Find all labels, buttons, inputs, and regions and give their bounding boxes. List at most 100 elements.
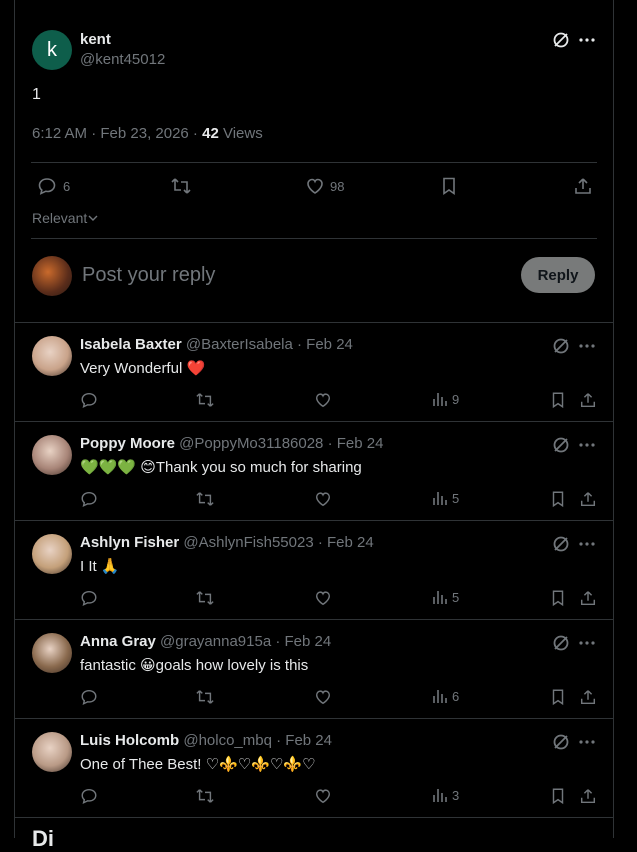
reply-author-name[interactable]: Luis Holcomb <box>80 732 179 749</box>
reply-action[interactable] <box>80 589 98 607</box>
reply-item[interactable]: Luis Holcomb @holco_mbq · Feb 24 One of … <box>15 719 613 818</box>
reply-action[interactable] <box>80 391 98 409</box>
grok-icon[interactable] <box>551 534 571 554</box>
views-action[interactable]: 9 <box>432 391 459 407</box>
author-avatar[interactable]: k <box>32 30 72 70</box>
reply-text: One of Thee Best! ♡⚜️♡⚜️♡⚜️♡ <box>80 756 316 773</box>
reply-text: fantastic 😀goals how lovely is this <box>80 657 309 674</box>
reply-meta[interactable]: @PoppyMo31186028 · Feb 24 <box>175 435 383 452</box>
reply-author-name[interactable]: Isabela Baxter <box>80 336 182 353</box>
views-action[interactable]: 5 <box>432 589 459 605</box>
reply-item[interactable]: Anna Gray @grayanna915a · Feb 24 fantast… <box>15 620 613 719</box>
reply-icon <box>80 787 98 805</box>
reply-text: I It 🙏 <box>80 558 120 575</box>
views-action[interactable]: 3 <box>432 787 459 803</box>
like-action[interactable] <box>314 490 332 508</box>
reply-item[interactable]: Isabela Baxter @BaxterIsabela · Feb 24 V… <box>15 323 613 422</box>
current-user-avatar[interactable] <box>32 256 72 296</box>
views-count: 6 <box>452 688 460 704</box>
heart-icon <box>314 688 332 706</box>
repost-action[interactable] <box>195 787 215 805</box>
reply-author-name[interactable]: Ashlyn Fisher <box>80 534 179 551</box>
repost-action[interactable] <box>170 176 192 196</box>
reply-button[interactable]: Reply <box>521 257 595 293</box>
share-action[interactable] <box>579 787 597 805</box>
reply-item[interactable]: Poppy Moore @PoppyMo31186028 · Feb 24 💚💚… <box>15 422 613 521</box>
like-action[interactable] <box>314 589 332 607</box>
reply-avatar[interactable] <box>32 534 72 574</box>
share-action[interactable] <box>579 490 597 508</box>
views-action[interactable]: 6 <box>432 688 459 704</box>
views-count: 5 <box>452 490 460 506</box>
reply-meta[interactable]: @grayanna915a · Feb 24 <box>156 633 331 650</box>
grok-icon[interactable] <box>551 336 571 356</box>
reply-action[interactable] <box>80 688 98 706</box>
repost-action[interactable] <box>195 490 215 508</box>
reply-action[interactable]: 6 <box>37 176 70 196</box>
bookmark-action[interactable] <box>439 176 459 196</box>
post-text: 1 <box>32 86 41 103</box>
post-timestamp[interactable]: 6:12 AM · Feb 23, 2026 · <box>32 125 202 142</box>
heart-icon <box>305 176 325 196</box>
more-options-icon[interactable] <box>577 435 597 455</box>
repost-icon <box>195 787 215 805</box>
reply-meta[interactable]: @holco_mbq · Feb 24 <box>179 732 332 749</box>
grok-icon[interactable] <box>551 633 571 653</box>
bookmark-action[interactable] <box>549 688 567 706</box>
bookmark-action[interactable] <box>549 490 567 508</box>
reply-icon <box>80 490 98 508</box>
reply-count: 6 <box>63 178 71 194</box>
reply-header: Anna Gray @grayanna915a · Feb 24 <box>80 633 331 650</box>
views-count: 42 <box>202 125 219 142</box>
share-icon <box>579 490 597 508</box>
analytics-icon <box>432 490 448 506</box>
like-action[interactable]: 98 <box>305 176 344 196</box>
reply-header: Isabela Baxter @BaxterIsabela · Feb 24 <box>80 336 353 353</box>
views-count: 5 <box>452 589 460 605</box>
reply-text: Very Wonderful ❤️ <box>80 360 206 377</box>
reply-action[interactable] <box>80 490 98 508</box>
author-handle[interactable]: @kent45012 <box>80 51 165 68</box>
more-options-icon[interactable] <box>577 534 597 554</box>
reply-avatar[interactable] <box>32 336 72 376</box>
bookmark-action[interactable] <box>549 391 567 409</box>
grok-icon[interactable] <box>551 30 571 50</box>
timeline-column: k kent @kent45012 1 6:12 AM · Feb 23, 20… <box>14 0 614 851</box>
share-action[interactable] <box>579 688 597 706</box>
bookmark-action[interactable] <box>549 787 567 805</box>
repost-icon <box>195 688 215 706</box>
author-name[interactable]: kent <box>80 31 111 48</box>
repost-action[interactable] <box>195 589 215 607</box>
more-options-icon[interactable] <box>577 30 597 50</box>
reply-author-name[interactable]: Poppy Moore <box>80 435 175 452</box>
reply-avatar[interactable] <box>32 435 72 475</box>
repost-action[interactable] <box>195 688 215 706</box>
more-options-icon[interactable] <box>577 633 597 653</box>
reply-meta[interactable]: @AshlynFish55023 · Feb 24 <box>179 534 373 551</box>
sort-dropdown[interactable]: Relevant <box>32 210 99 226</box>
reply-item[interactable]: Ashlyn Fisher @AshlynFish55023 · Feb 24 … <box>15 521 613 620</box>
share-action[interactable] <box>579 589 597 607</box>
like-action[interactable] <box>314 391 332 409</box>
repost-action[interactable] <box>195 391 215 409</box>
grok-icon[interactable] <box>551 435 571 455</box>
reply-avatar[interactable] <box>32 633 72 673</box>
more-options-icon[interactable] <box>577 732 597 752</box>
grok-icon[interactable] <box>551 732 571 752</box>
reply-avatar[interactable] <box>32 732 72 772</box>
analytics-icon <box>432 787 448 803</box>
reply-action[interactable] <box>80 787 98 805</box>
divider <box>15 817 613 818</box>
more-options-icon[interactable] <box>577 336 597 356</box>
repost-icon <box>195 589 215 607</box>
reply-meta[interactable]: @BaxterIsabela · Feb 24 <box>182 336 353 353</box>
share-action[interactable] <box>573 176 593 196</box>
bookmark-action[interactable] <box>549 589 567 607</box>
views-action[interactable]: 5 <box>432 490 459 506</box>
like-action[interactable] <box>314 688 332 706</box>
like-action[interactable] <box>314 787 332 805</box>
repost-icon <box>170 176 192 196</box>
reply-author-name[interactable]: Anna Gray <box>80 633 156 650</box>
reply-input[interactable]: Post your reply <box>82 264 215 287</box>
share-action[interactable] <box>579 391 597 409</box>
